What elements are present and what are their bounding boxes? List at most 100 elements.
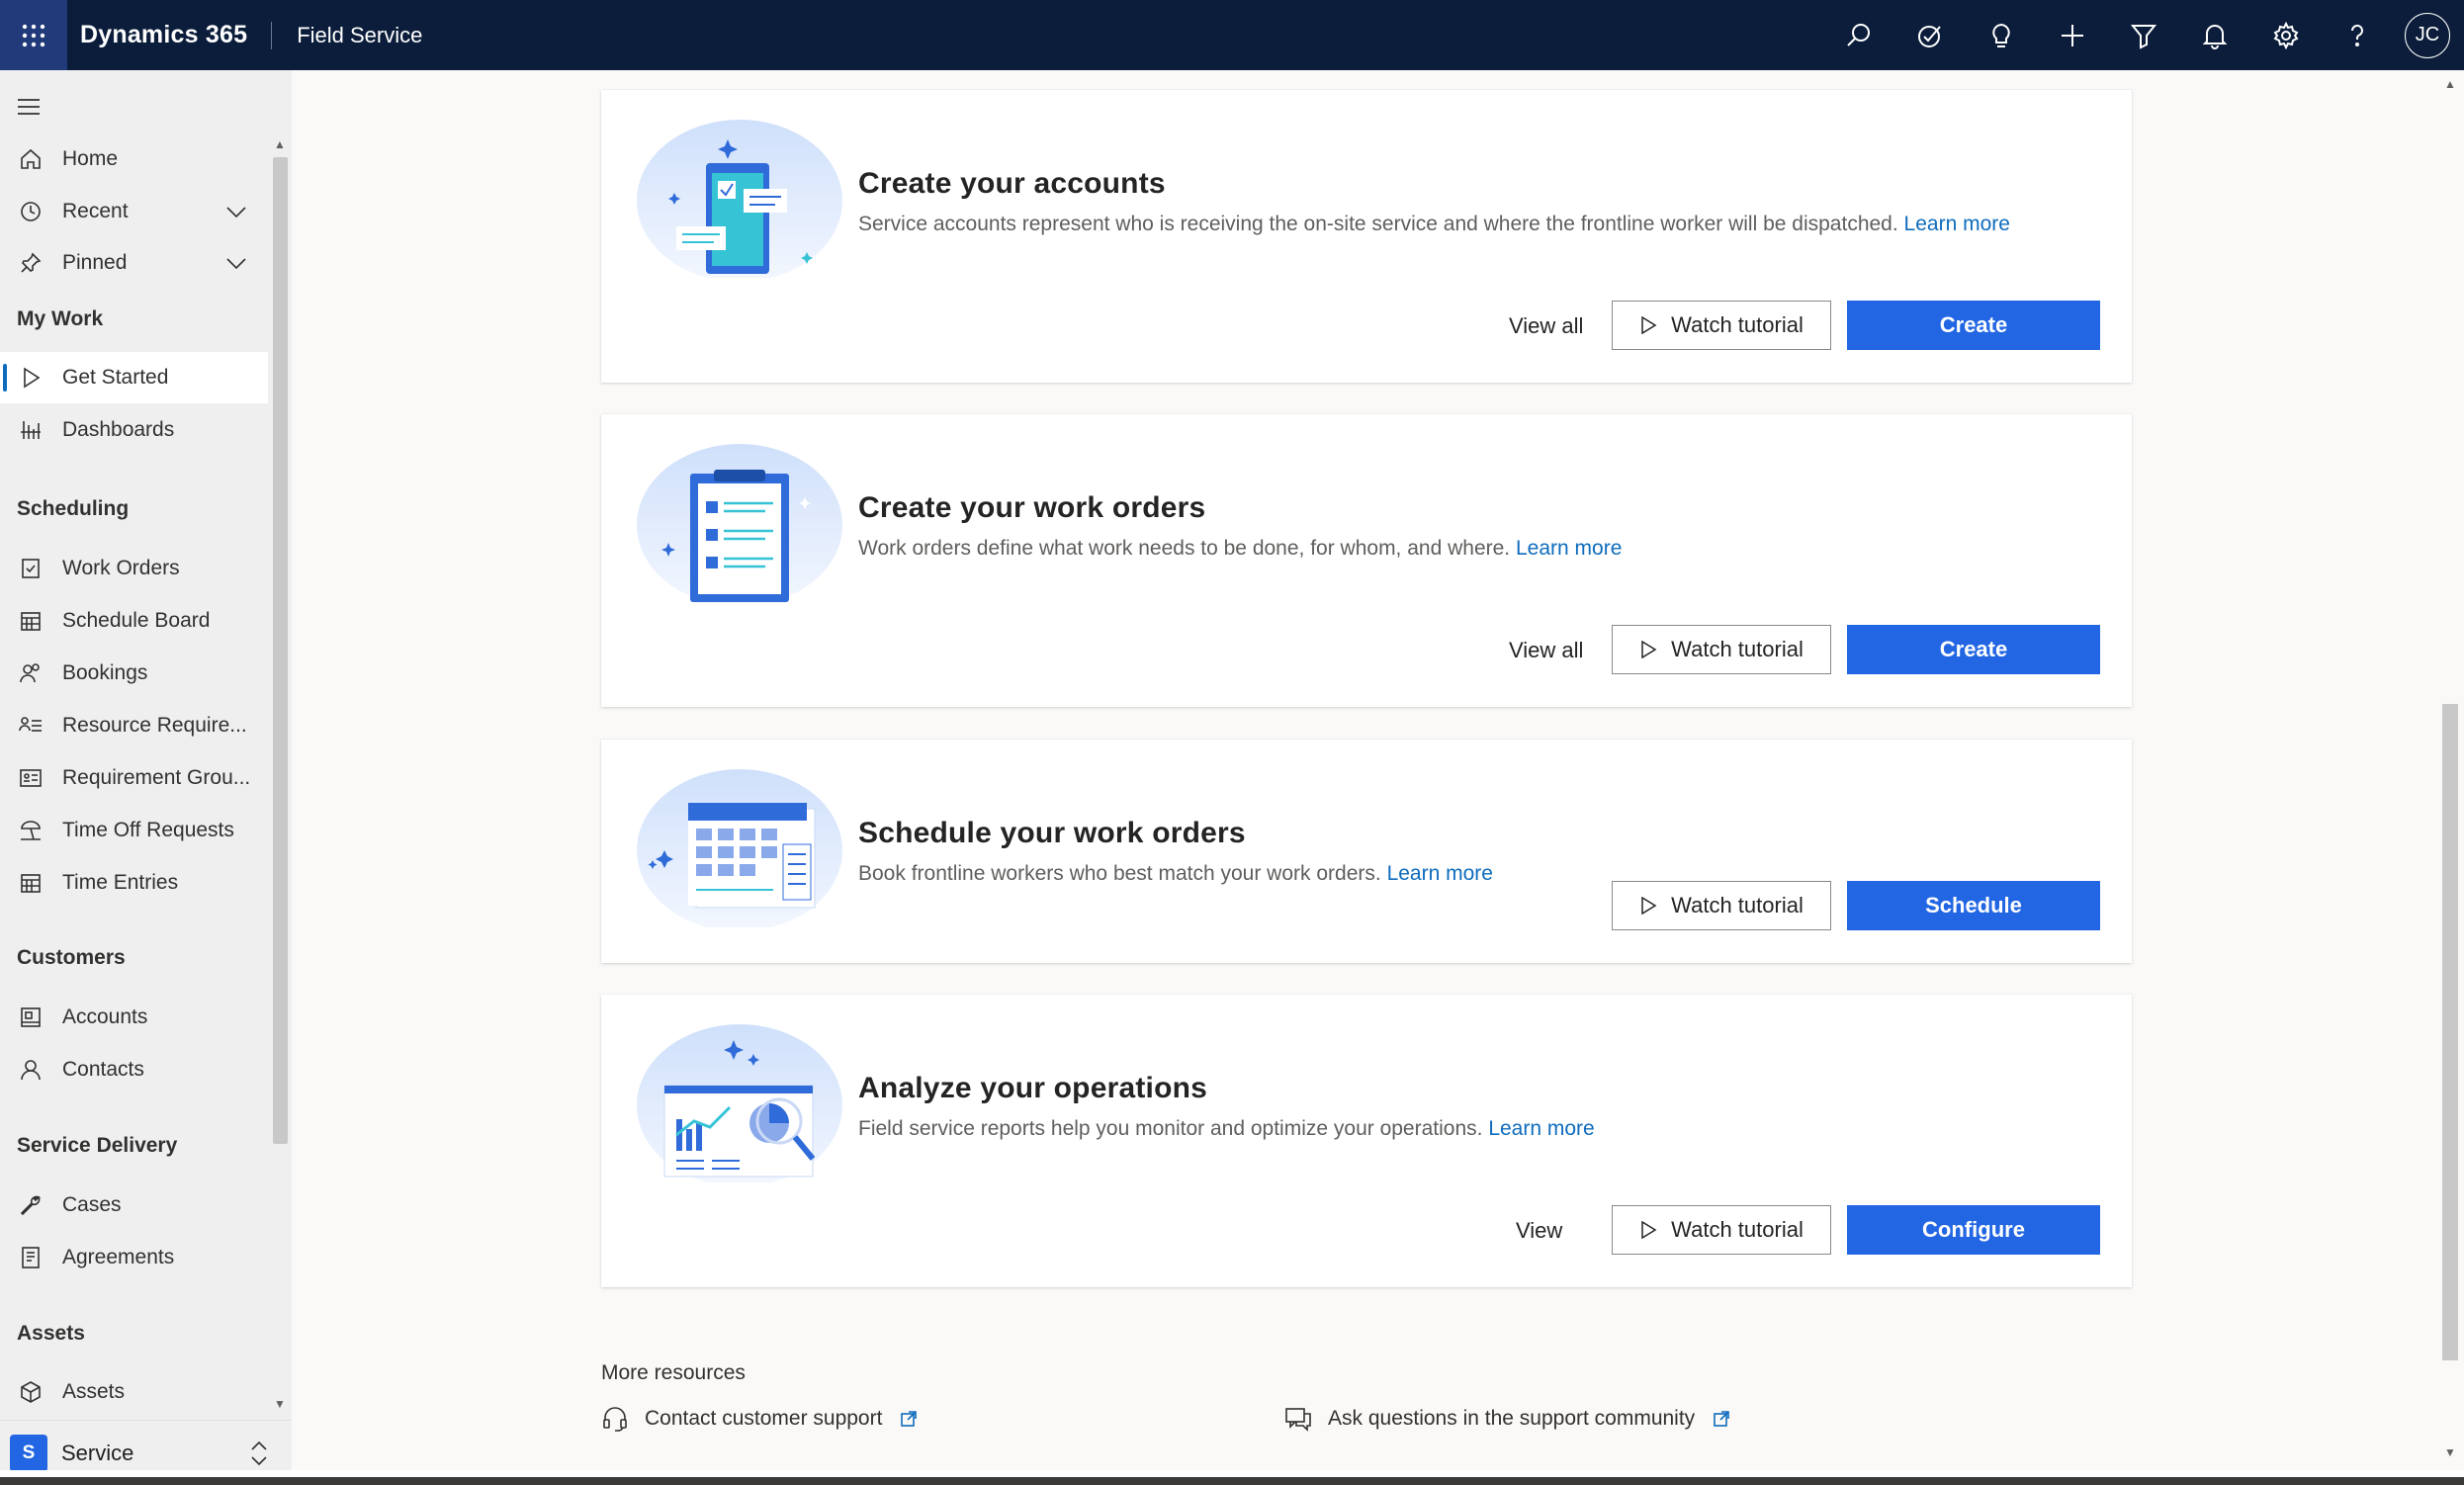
notifications-button[interactable] [2179,0,2250,70]
create-button[interactable]: Create [1847,301,2100,350]
sidebar: Home Recent Pinned My Work Get Started D… [0,70,292,1485]
sidebar-item-agreements[interactable]: Agreements [0,1232,268,1283]
person-icon [21,1060,41,1081]
work-orders-illustration-icon [637,444,842,602]
card-accounts: Create your accounts Service accounts re… [601,90,2132,383]
sidebar-item-label: Time Entries [62,871,179,894]
configure-button[interactable]: Configure [1847,1205,2100,1255]
learn-more-link[interactable]: Learn more [1516,537,1622,560]
sidebar-item-pinned[interactable]: Pinned [0,237,268,289]
sidebar-item-recent[interactable]: Recent [0,186,268,237]
watch-tutorial-button[interactable]: Watch tutorial [1612,625,1831,674]
external-link-icon [901,1411,918,1427]
card-description: Book frontline workers who best match yo… [858,862,1493,886]
chevron-down-icon[interactable] [224,251,248,275]
support-community-label: Ask questions in the support community [1328,1407,1696,1430]
main-scroll-down[interactable]: ▼ [2443,1445,2457,1459]
app-name[interactable]: Field Service [272,23,422,48]
sidebar-item-time-entries[interactable]: Time Entries [0,857,268,909]
sidebar-item-home[interactable]: Home [0,133,268,185]
sidebar-item-get-started[interactable]: Get Started [0,352,268,403]
card-description-text: Service accounts represent who is receiv… [858,213,1898,235]
analytics-illustration-icon [637,1024,842,1182]
app-launcher-button[interactable] [0,0,67,70]
group-card-icon [20,769,42,787]
sidebar-item-dashboards[interactable]: Dashboards [0,404,268,456]
sidebar-item-label: Recent [62,200,129,222]
clock-icon [21,202,41,221]
calendar-icon [21,874,41,893]
people-icon [20,663,40,683]
pin-icon [21,252,42,273]
sidebar-item-time-off-requests[interactable]: Time Off Requests [0,805,268,856]
help-button[interactable] [2322,0,2393,70]
settings-button[interactable] [2250,0,2322,70]
sidebar-scroll-up[interactable]: ▲ [273,138,287,150]
watch-tutorial-label: Watch tutorial [1671,637,1804,661]
ideas-button[interactable] [1966,0,2037,70]
sidebar-item-bookings[interactable]: Bookings [0,648,268,699]
search-button[interactable] [1823,0,1894,70]
search-icon [1847,23,1870,46]
lightbulb-icon [1992,23,2010,47]
sidebar-item-label: Get Started [62,366,169,389]
filter-button[interactable] [2108,0,2179,70]
main-scrollbar-thumb[interactable] [2442,704,2458,1360]
sidebar-item-label: Pinned [62,251,128,274]
sidebar-item-cases[interactable]: Cases [0,1179,268,1231]
group-title-assets: Assets [17,1322,85,1345]
bottom-bar [0,1477,2464,1485]
card-title: Analyze your operations [858,1072,1208,1104]
main-scroll-up[interactable]: ▲ [2443,77,2457,91]
create-button[interactable]: Create [1847,625,2100,674]
brand-title[interactable]: Dynamics 365 [67,21,271,49]
main-content: Create your accounts Service accounts re… [293,70,2440,1470]
sidebar-scroll-down[interactable]: ▼ [273,1398,287,1410]
sidebar-item-requirement-groups[interactable]: Requirement Grou... [0,752,268,804]
sidebar-item-work-orders[interactable]: Work Orders [0,543,268,594]
sidebar-item-contacts[interactable]: Contacts [0,1044,268,1095]
dashboard-icon [21,421,41,439]
watch-tutorial-button[interactable]: Watch tutorial [1612,881,1831,930]
cube-icon [21,1381,41,1403]
sidebar-item-resource-requirements[interactable]: Resource Require... [0,700,268,751]
headset-icon [603,1407,627,1432]
sidebar-item-label: Work Orders [62,557,180,579]
new-button[interactable] [2037,0,2108,70]
card-title: Schedule your work orders [858,817,1246,849]
schedule-illustration-icon [637,769,842,927]
sidebar-item-accounts[interactable]: Accounts [0,992,268,1043]
watch-tutorial-button[interactable]: Watch tutorial [1612,301,1831,350]
hamburger-icon[interactable] [16,94,42,120]
view-all-button[interactable]: View all [1509,313,1583,339]
schedule-button[interactable]: Schedule [1847,881,2100,930]
watch-tutorial-label: Watch tutorial [1671,893,1804,917]
play-icon [24,367,41,389]
contact-support-link[interactable]: Contact customer support [601,1405,918,1433]
group-title-service-delivery: Service Delivery [17,1134,178,1157]
learn-more-link[interactable]: Learn more [1387,862,1493,885]
chevron-down-icon[interactable] [224,200,248,223]
learn-more-link[interactable]: Learn more [1904,213,2010,235]
area-badge: S [10,1434,47,1472]
top-bar: Dynamics 365 Field Service JC [0,0,2464,70]
card-title: Create your work orders [858,491,1206,524]
chevron-up-down-icon [251,1441,267,1465]
card-description: Field service reports help you monitor a… [858,1117,1595,1141]
learn-more-link[interactable]: Learn more [1488,1117,1594,1140]
user-avatar[interactable]: JC [2405,12,2450,58]
view-all-button[interactable]: View all [1509,638,1583,663]
home-icon [21,148,41,169]
group-title-scheduling: Scheduling [17,497,130,520]
beach-icon [21,821,41,840]
view-button[interactable]: View [1516,1218,1562,1244]
sidebar-item-schedule-board[interactable]: Schedule Board [0,595,268,647]
support-community-link[interactable]: Ask questions in the support community [1284,1405,1730,1433]
task-icon [1918,25,1941,47]
sidebar-item-assets[interactable]: Assets [0,1366,268,1418]
card-schedule: Schedule your work orders Book frontline… [601,740,2132,963]
sidebar-item-label: Home [62,147,119,170]
watch-tutorial-button[interactable]: Watch tutorial [1612,1205,1831,1255]
sidebar-scrollbar-thumb[interactable] [273,157,288,1144]
task-button[interactable] [1894,0,1966,70]
